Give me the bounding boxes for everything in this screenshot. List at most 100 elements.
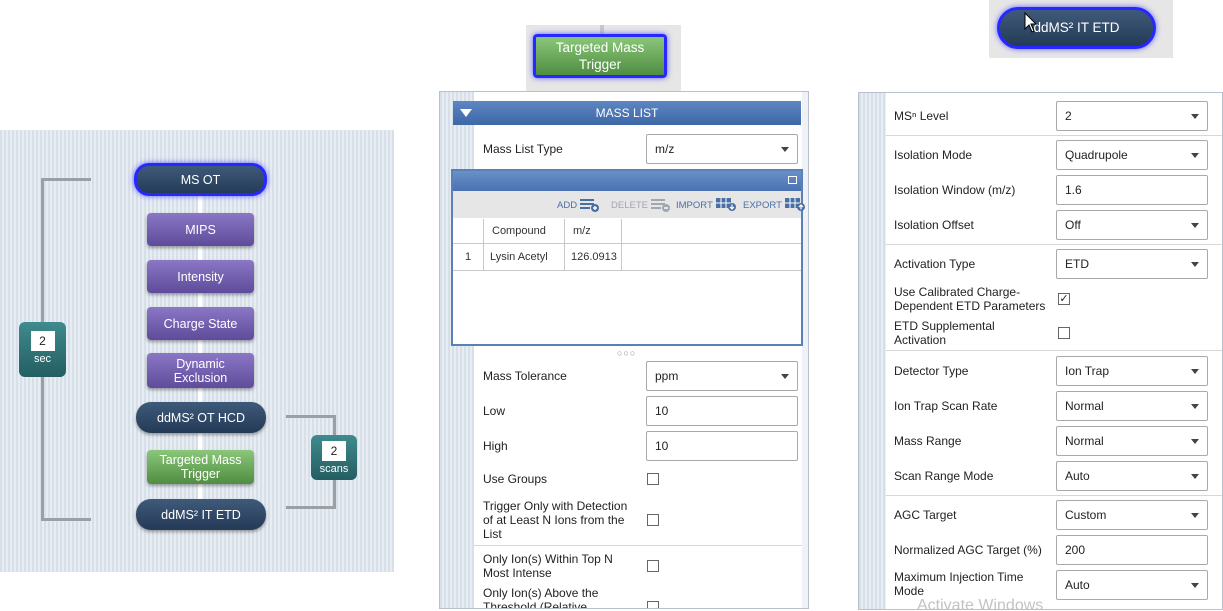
low-input[interactable]: 10 — [646, 396, 798, 426]
node-targeted-mass-trigger[interactable]: Targeted Mass Trigger — [147, 450, 254, 484]
node-charge-state[interactable]: Charge State — [147, 307, 254, 340]
mass-range-select[interactable]: Normal — [1056, 426, 1208, 456]
mass-list-section-title: MASS LIST — [595, 106, 659, 120]
dropdown-arrow-icon — [1191, 369, 1199, 374]
trigger-n-ions-checkbox[interactable] — [647, 514, 659, 526]
isolation-offset-label: Isolation Offset — [894, 218, 974, 232]
normalized-agc-input[interactable]: 200 — [1056, 535, 1208, 565]
normalized-agc-label: Normalized AGC Target (%) — [894, 543, 1042, 557]
loop-bracket-left-top — [41, 178, 91, 181]
loop-scans-badge[interactable]: 2 scans — [311, 435, 357, 480]
dropdown-arrow-icon — [781, 374, 789, 379]
use-calibrated-checkbox[interactable]: ✓ — [1058, 293, 1070, 305]
isolation-offset-select[interactable]: Off — [1056, 210, 1208, 240]
agc-target-select[interactable]: Custom — [1056, 500, 1208, 530]
scan-rate-label: Ion Trap Scan Rate — [894, 399, 998, 413]
activation-type-select[interactable]: ETD — [1056, 249, 1208, 279]
node-ddms2-ot-hcd[interactable]: ddMS² OT HCD — [136, 402, 266, 433]
dropdown-arrow-icon — [1191, 262, 1199, 267]
trigger-n-ions-label: Trigger Only with Detection of at Least … — [483, 499, 628, 541]
isolation-window-input[interactable]: 1.6 — [1056, 175, 1208, 205]
node-ddms2-ot-hcd-label: ddMS² OT HCD — [157, 410, 245, 425]
detector-type-value: Ion Trap — [1065, 364, 1110, 378]
node-mips[interactable]: MIPS — [147, 213, 254, 246]
loop-bracket-right-top — [286, 415, 336, 418]
export-button-label: EXPORT — [743, 199, 782, 211]
etd-supplemental-checkbox[interactable] — [1058, 327, 1070, 339]
low-label: Low — [483, 404, 506, 418]
loop-bracket-right-bottom — [286, 506, 336, 509]
loop-time-badge[interactable]: 2 sec — [19, 322, 66, 377]
import-button[interactable]: IMPORT — [676, 198, 738, 212]
node-targeted-mass-trigger-label: Targeted Mass Trigger — [159, 453, 242, 481]
trigger-node[interactable]: Targeted Mass Trigger — [533, 34, 667, 78]
dropdown-arrow-icon — [781, 147, 789, 152]
isolation-mode-value: Quadrupole — [1065, 148, 1128, 162]
dropdown-arrow-icon — [1191, 153, 1199, 158]
msn-level-label: MSⁿ Level — [894, 109, 949, 123]
mass-list-table-container: ADD DELETE IMPORT EXPORT Compound m/z 1 … — [451, 169, 805, 346]
import-button-label: IMPORT — [676, 199, 713, 211]
node-ms-ot[interactable]: MS OT — [134, 163, 267, 196]
add-button[interactable]: ADD — [557, 198, 600, 212]
node-intensity-label: Intensity — [177, 269, 224, 284]
above-threshold-checkbox[interactable] — [647, 601, 659, 608]
mass-tolerance-label: Mass Tolerance — [483, 369, 567, 383]
max-injection-select[interactable]: Auto — [1056, 570, 1208, 600]
node-ddms2-it-etd[interactable]: ddMS² IT ETD — [136, 499, 266, 530]
etd-node[interactable]: ddMS² IT ETD — [997, 7, 1156, 49]
dropdown-arrow-icon — [1191, 114, 1199, 119]
method-tree-panel: MS OT MIPS Intensity Charge State Dynami… — [0, 130, 394, 572]
row-index: 1 — [465, 251, 472, 263]
mass-range-label: Mass Range — [894, 434, 962, 448]
dropdown-arrow-icon — [1191, 474, 1199, 479]
activation-type-value: ETD — [1065, 257, 1089, 271]
loop-time-value: 2 — [30, 331, 55, 351]
scan-range-mode-select[interactable]: Auto — [1056, 461, 1208, 491]
detector-type-label: Detector Type — [894, 364, 969, 378]
column-header-compound[interactable]: Compound — [484, 219, 564, 243]
mass-tolerance-select[interactable]: ppm — [646, 361, 798, 391]
table-row[interactable]: 1 Lysin Acetyl 126.0913 — [453, 244, 801, 271]
delete-list-icon — [650, 199, 670, 212]
export-grid-icon — [784, 198, 805, 211]
use-groups-checkbox[interactable] — [647, 473, 659, 485]
node-intensity[interactable]: Intensity — [147, 260, 254, 293]
row-mz[interactable]: 126.0913 — [565, 244, 621, 270]
dropdown-arrow-icon — [1191, 404, 1199, 409]
scan-rate-select[interactable]: Normal — [1056, 391, 1208, 421]
scan-rate-value: Normal — [1065, 399, 1104, 413]
high-input[interactable]: 10 — [646, 431, 798, 461]
separator — [886, 135, 1222, 136]
mass-list-table-titlebar — [453, 171, 801, 191]
add-list-icon — [580, 199, 600, 212]
detector-type-select[interactable]: Ion Trap — [1056, 356, 1208, 386]
dropdown-arrow-icon — [1191, 439, 1199, 444]
msn-level-select[interactable]: 2 — [1056, 101, 1208, 131]
dropdown-arrow-icon — [1191, 223, 1199, 228]
mass-list-section-header[interactable]: MASS LIST — [453, 101, 801, 125]
node-dynamic-exclusion[interactable]: Dynamic Exclusion — [147, 353, 254, 388]
high-label: High — [483, 439, 508, 453]
delete-button[interactable]: DELETE — [611, 198, 671, 212]
isolation-window-label: Isolation Window (m/z) — [894, 183, 1016, 197]
mass-list-type-value: m/z — [655, 142, 675, 156]
agc-target-label: AGC Target — [894, 508, 957, 522]
top-n-checkbox[interactable] — [647, 560, 659, 572]
column-header-mz[interactable]: m/z — [565, 219, 621, 243]
mass-list-type-label: Mass List Type — [483, 142, 563, 156]
trigger-settings-panel: MASS LIST Mass List Type m/z ADD DELETE … — [439, 91, 809, 609]
dropdown-arrow-icon — [1191, 513, 1199, 518]
export-button[interactable]: EXPORT — [743, 198, 807, 212]
mass-list-type-select[interactable]: m/z — [646, 134, 798, 164]
msn-level-value: 2 — [1065, 109, 1072, 123]
collapse-triangle-icon — [460, 109, 472, 117]
trigger-panel-scroll-edge — [802, 92, 808, 608]
popout-icon[interactable] — [788, 176, 797, 184]
mouse-cursor-icon — [1024, 12, 1038, 33]
above-threshold-label: Only Ion(s) Above the Threshold (Relativ… — [483, 586, 599, 609]
resize-grip-icon[interactable]: ○○○ — [617, 348, 636, 358]
top-n-label: Only Ion(s) Within Top N Most Intense — [483, 552, 613, 580]
row-compound[interactable]: Lysin Acetyl — [484, 244, 564, 270]
isolation-mode-select[interactable]: Quadrupole — [1056, 140, 1208, 170]
